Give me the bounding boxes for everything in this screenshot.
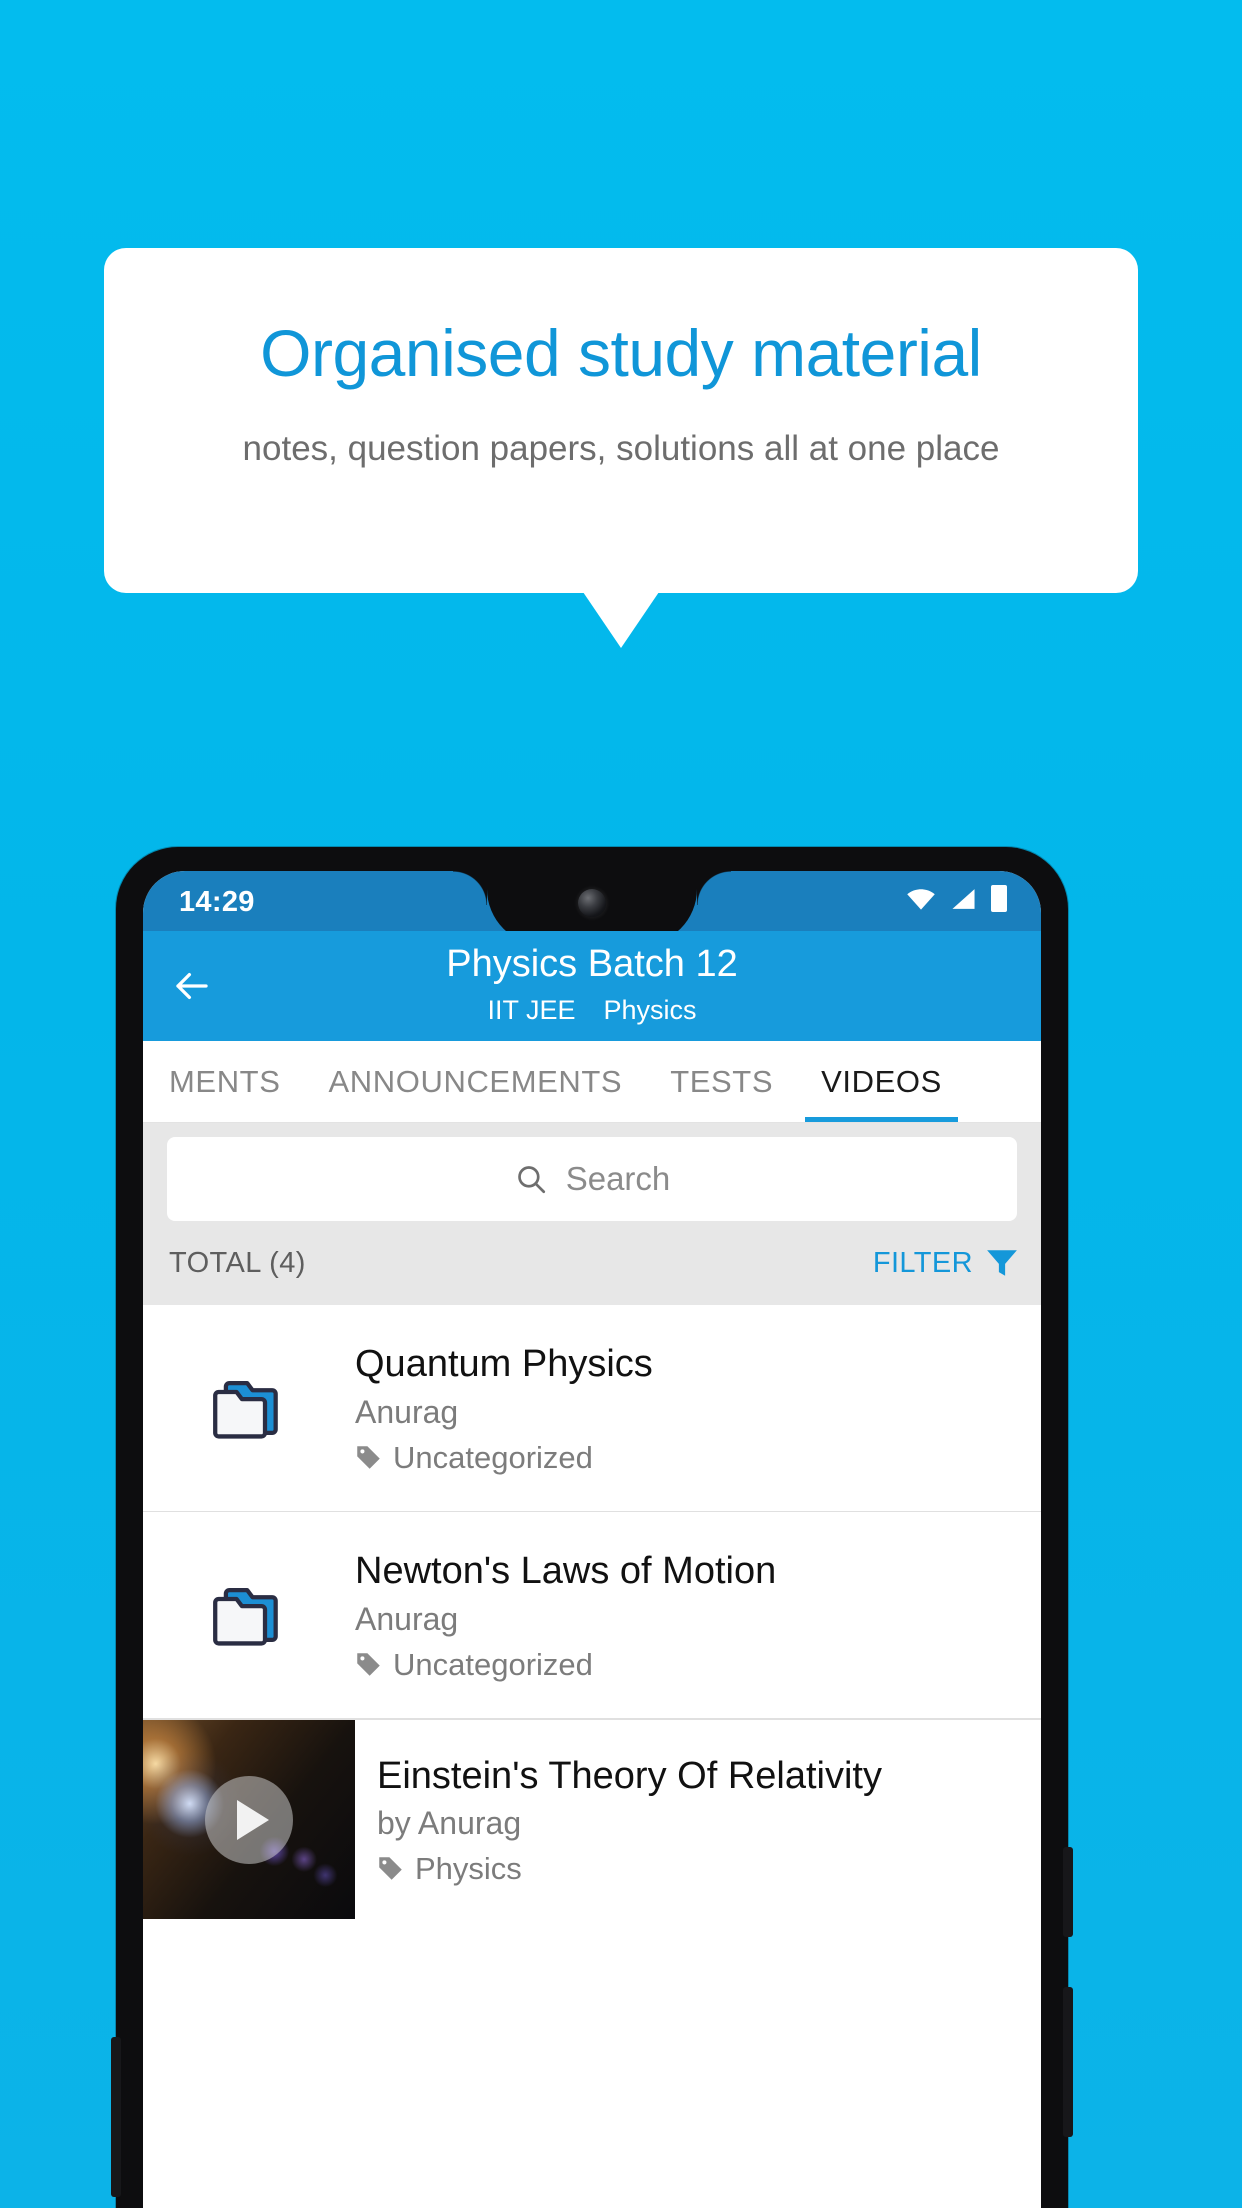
- list-item-text: Einstein's Theory Of Relativity by Anura…: [355, 1720, 1041, 1919]
- search-section: Search: [143, 1123, 1041, 1221]
- front-camera: [578, 889, 606, 917]
- search-input[interactable]: Search: [167, 1137, 1017, 1221]
- list-item-icon: [143, 1376, 355, 1440]
- content-list: Quantum Physics Anurag Uncategorized New…: [143, 1305, 1041, 1919]
- tab-announcements[interactable]: ANNOUNCEMENTS: [305, 1041, 647, 1122]
- app-bar: Physics Batch 12 IIT JEE Physics: [143, 931, 1041, 1041]
- phone-screen: 14:29 Physics Batch 12 IIT JEE Physics M…: [143, 871, 1041, 2208]
- promo-title: Organised study material: [260, 316, 982, 390]
- app-bar-title: Physics Batch 12: [446, 943, 738, 985]
- status-time: 14:29: [179, 886, 255, 918]
- list-item-text: Quantum Physics Anurag Uncategorized: [355, 1343, 1041, 1473]
- list-item[interactable]: Quantum Physics Anurag Uncategorized: [143, 1305, 1041, 1512]
- tab-tests[interactable]: TESTS: [646, 1041, 797, 1122]
- folder-icon: [213, 1587, 278, 1646]
- search-icon: [517, 1166, 545, 1194]
- list-item-text: Newton's Laws of Motion Anurag Uncategor…: [355, 1550, 1041, 1680]
- list-item-author: by Anurag: [377, 1805, 522, 1842]
- phone-volume-button: [111, 2037, 121, 2197]
- list-item-title: Newton's Laws of Motion: [355, 1550, 777, 1593]
- promo-screenshot: Organised study material notes, question…: [0, 0, 1242, 2208]
- filter-button[interactable]: FILTER: [873, 1247, 1019, 1280]
- list-item-title: Einstein's Theory Of Relativity: [377, 1754, 882, 1797]
- app-bar-subtitle: IIT JEE Physics: [143, 997, 1041, 1024]
- tag-icon: [357, 1446, 380, 1469]
- app-bar-exam: IIT JEE: [487, 995, 576, 1025]
- list-item-tag: Physics: [377, 1853, 1023, 1884]
- status-bar: 14:29: [143, 871, 1041, 945]
- list-item-tag: Uncategorized: [355, 1649, 1023, 1680]
- list-toolbar: TOTAL (4) FILTER: [143, 1221, 1041, 1305]
- tab-assignments[interactable]: MENTS: [143, 1041, 305, 1122]
- list-item-title: Quantum Physics: [355, 1343, 653, 1386]
- list-item-tag-label: Physics: [415, 1851, 522, 1887]
- phone-side-button: [1063, 1987, 1073, 2137]
- list-item-tag-label: Uncategorized: [393, 1646, 593, 1682]
- wifi-icon: [907, 888, 935, 910]
- filter-icon: [987, 1250, 1017, 1276]
- video-thumbnail[interactable]: [143, 1720, 355, 1919]
- folder-icon: [213, 1380, 278, 1439]
- promo-speech-bubble: Organised study material notes, question…: [104, 248, 1138, 593]
- tab-videos[interactable]: VIDEOS: [797, 1041, 966, 1122]
- signal-icon: [952, 888, 975, 909]
- search-placeholder: Search: [565, 1160, 671, 1197]
- app-bar-subject: Physics: [603, 995, 697, 1025]
- total-count-label: TOTAL (4): [169, 1246, 306, 1279]
- promo-subtitle: notes, question papers, solutions all at…: [242, 429, 1000, 468]
- speech-bubble-tail: [583, 592, 659, 648]
- tag-icon: [379, 1857, 402, 1881]
- tag-icon: [357, 1653, 380, 1676]
- list-item-tag: Uncategorized: [355, 1442, 1023, 1473]
- play-icon[interactable]: [205, 1775, 293, 1864]
- battery-icon: [991, 885, 1007, 912]
- filter-label: FILTER: [872, 1246, 973, 1279]
- phone-power-button: [1063, 1847, 1073, 1937]
- tab-bar: MENTS ANNOUNCEMENTS TESTS VIDEOS: [143, 1041, 1041, 1123]
- list-item-tag-label: Uncategorized: [393, 1439, 593, 1475]
- list-item-author: Anurag: [355, 1600, 459, 1637]
- phone-mockup: 14:29 Physics Batch 12 IIT JEE Physics M…: [111, 847, 1073, 2208]
- list-item[interactable]: Newton's Laws of Motion Anurag Uncategor…: [143, 1512, 1041, 1719]
- status-icon-group: [906, 885, 1007, 912]
- list-item-icon: [143, 1583, 355, 1647]
- list-item[interactable]: Einstein's Theory Of Relativity by Anura…: [143, 1719, 1041, 1919]
- list-item-author: Anurag: [355, 1393, 459, 1430]
